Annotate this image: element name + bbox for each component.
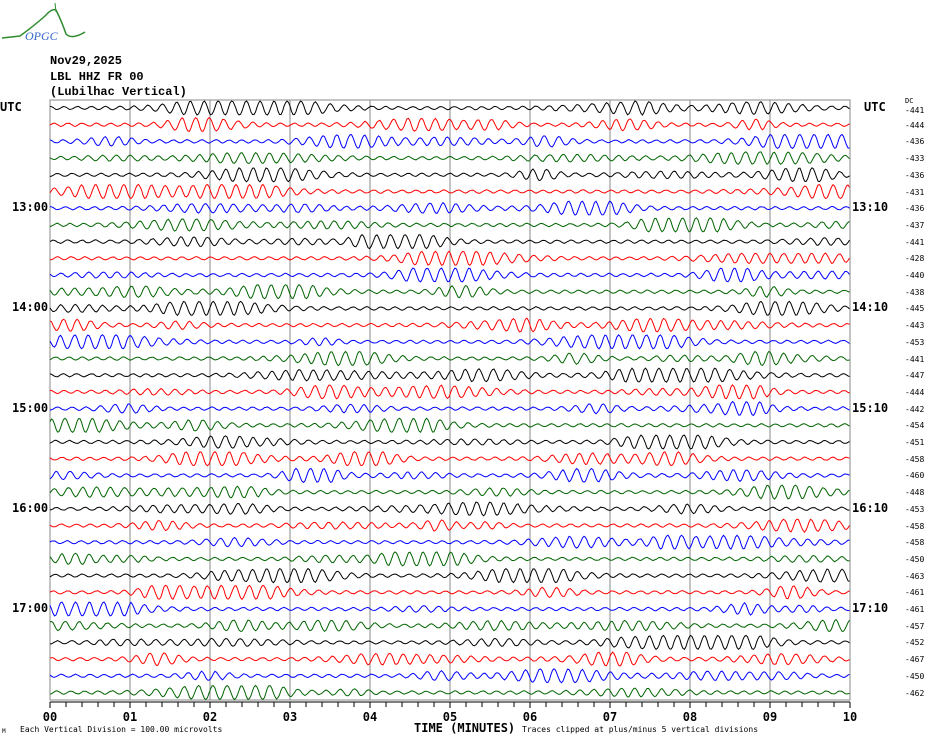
dc-offset-label: -444 [905,387,925,397]
x-tick-label: 03 [282,710,298,724]
left-time-label: 13:00 [12,200,49,215]
dc-offset-label: -443 [905,321,925,331]
dc-offset-label: -454 [905,421,925,431]
clip-note: Traces clipped at plus/minus 5 vertical … [522,725,759,734]
dc-offset-label: -450 [905,671,925,681]
x-tick-label: 01 [122,710,138,724]
left-time-label: 16:00 [12,500,49,515]
dc-offset-label: -433 [905,154,925,164]
x-tick-label: 10 [842,710,858,724]
trace-area [49,99,851,708]
x-tick-label: 02 [202,710,218,724]
dc-offset-label: -460 [905,471,925,481]
left-time-label: 15:00 [12,400,49,415]
dc-offset-label: -444 [905,120,925,130]
dc-offset-label: -451 [905,438,925,447]
helicorder-plot: OPGC Nov29,2025 LBL HHZ FR 00 (Lubilhac … [0,0,930,744]
dc-offset-label: -461 [905,588,925,598]
x-tick-label: 04 [362,710,378,724]
dc-offset-label: -437 [905,220,925,230]
dc-offset-label: -448 [905,488,925,498]
x-tick-label: 08 [682,710,698,724]
right-time-label: 13:10 [852,200,889,215]
left-time-label: 14:00 [12,300,49,315]
x-tick-label: 07 [602,710,618,724]
dc-offset-label: -447 [905,371,925,381]
small-mark: M [2,728,6,735]
dc-offset-label: -436 [905,170,925,180]
right-time-label: 17:10 [852,601,889,615]
dc-offset-label: -453 [905,337,925,347]
dc-offset-label: -441 [905,106,925,115]
x-axis-label: TIME (MINUTES) [414,721,516,735]
dc-offset-label: -445 [905,304,925,314]
x-tick-label: 06 [522,710,538,724]
dc-offset-label: -431 [905,187,925,197]
dc-offset-label: -436 [905,204,925,214]
dc-offset-label: -467 [905,655,925,665]
dc-offset-label: -441 [905,237,925,247]
dc-offset-label: -461 [905,605,925,614]
right-time-label: 14:10 [852,300,889,315]
left-time-label: 17:00 [12,601,49,615]
dc-offset-label: -458 [905,538,925,548]
right-time-label: 16:10 [852,500,889,515]
dc-offset-label: -457 [905,621,925,631]
dc-offset-label: -463 [905,571,925,581]
dc-offset-label: -452 [905,638,925,648]
right-time-label: 15:10 [852,400,889,415]
dc-offset-label: -442 [905,404,925,414]
x-tick-label: 09 [762,710,778,724]
dc-offset-label: -458 [905,454,925,464]
dc-offset-label: -441 [905,354,925,364]
dc-offset-label: -453 [905,504,925,514]
scale-note: Each Vertical Division = 100.00 microvol… [20,725,223,734]
dc-offset-label: -428 [905,254,925,264]
dc-offset-label: -438 [905,287,925,297]
dc-offset-label: -462 [905,688,925,698]
dc-offset-label: -440 [905,271,925,280]
dc-offset-label: -450 [905,554,925,564]
dc-offset-label: -458 [905,521,925,531]
dc-offset-label: -436 [905,137,925,147]
x-tick-label: 00 [42,710,58,724]
